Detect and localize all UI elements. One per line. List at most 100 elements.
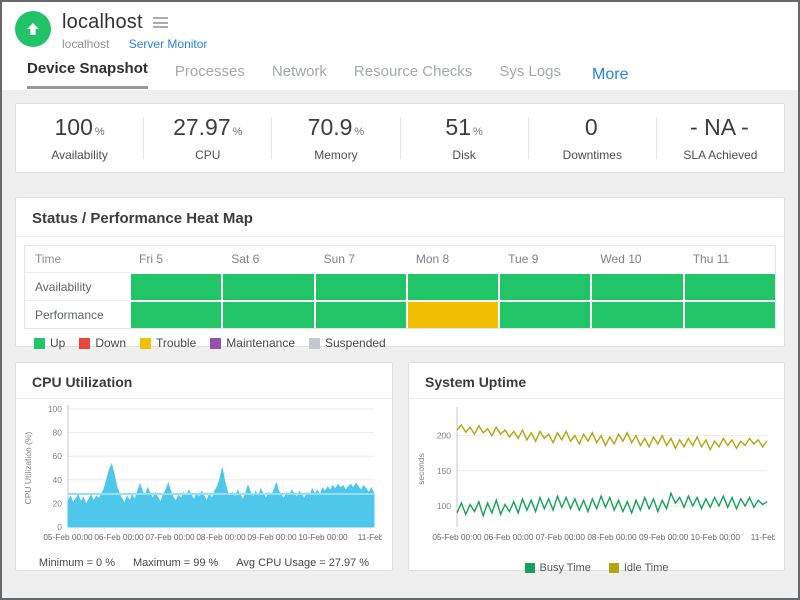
svg-text:07-Feb 00:00: 07-Feb 00:00 (536, 532, 586, 542)
heatmap-col-fri-5: Fri 5 (129, 246, 221, 272)
up-arrow-icon (24, 20, 42, 38)
heatmap-col-wed-10: Wed 10 (590, 246, 682, 272)
stat-value: 51 (445, 114, 471, 140)
stat-label: SLA Achieved (657, 148, 784, 162)
cpu-stat: Minimum = 0 % (39, 557, 115, 569)
heatmap-col-thu-11: Thu 11 (683, 246, 775, 272)
page-header: localhost localhost Server Monitor Devic… (2, 2, 798, 90)
system-uptime-card: System Uptime 10015020005-Feb 00:0006-Fe… (408, 362, 785, 571)
uptime-chart-legend: Busy Time Idle Time (409, 562, 784, 574)
legend-item-trouble: Trouble (140, 336, 196, 350)
legend-label: Down (95, 336, 126, 350)
tab-network[interactable]: Network (272, 63, 327, 89)
breadcrumb-server-monitor-link[interactable]: Server Monitor (129, 37, 208, 51)
tab-processes[interactable]: Processes (175, 63, 245, 89)
heatmap-cell-performance-fri-5[interactable] (129, 300, 221, 328)
svg-text:08-Feb 00:00: 08-Feb 00:00 (196, 532, 246, 542)
tab-resource-checks[interactable]: Resource Checks (354, 63, 472, 89)
stat-label: CPU (144, 148, 271, 162)
svg-text:11-Feb 0: 11-Feb 0 (358, 532, 382, 542)
legend-item-suspended: Suspended (309, 336, 386, 350)
breadcrumb: localhost Server Monitor (62, 37, 207, 51)
legend-label: Idle Time (624, 562, 669, 574)
stat-cpu: 27.97%CPU (144, 114, 271, 162)
cpu-stat: Avg CPU Usage = 27.97 % (236, 557, 369, 569)
legend-swatch-maintenance (210, 338, 221, 349)
heatmap-table: TimeFri 5Sat 6Sun 7Mon 8Tue 9Wed 10Thu 1… (24, 245, 776, 329)
svg-text:06-Feb 00:00: 06-Feb 00:00 (94, 532, 144, 542)
legend-swatch-suspended (309, 338, 320, 349)
tab-device-snapshot[interactable]: Device Snapshot (27, 60, 148, 89)
svg-text:11-Feb 0: 11-Feb 0 (751, 532, 775, 542)
heatmap-cell-availability-fri-5[interactable] (129, 272, 221, 300)
stat-label: Downtimes (529, 148, 656, 162)
page-body: 100%Availability27.97%CPU70.9%Memory51%D… (2, 90, 798, 598)
heatmap-cell-availability-mon-8[interactable] (406, 272, 498, 300)
heatmap-cell-performance-sat-6[interactable] (221, 300, 313, 328)
heatmap-cell-availability-sat-6[interactable] (221, 272, 313, 300)
legend-label: Busy Time (540, 562, 591, 574)
heatmap-cell-availability-thu-11[interactable] (683, 272, 775, 300)
tab-more[interactable]: More (592, 66, 628, 89)
menu-icon[interactable] (153, 15, 168, 31)
summary-stats-card: 100%Availability27.97%CPU70.9%Memory51%D… (15, 103, 785, 173)
svg-text:100: 100 (437, 501, 451, 511)
legend-swatch-trouble (140, 338, 151, 349)
heatmap-cell-performance-wed-10[interactable] (590, 300, 682, 328)
legend-swatch-idle-time (609, 563, 619, 573)
heatmap-card: Status / Performance Heat Map TimeFri 5S… (15, 197, 785, 347)
legend-label: Trouble (156, 336, 196, 350)
svg-text:05-Feb 00:00: 05-Feb 00:00 (432, 532, 482, 542)
stat-unit: % (354, 126, 364, 138)
heatmap-cell-performance-sun-7[interactable] (314, 300, 406, 328)
tab-bar: Device Snapshot Processes Network Resource … (15, 60, 798, 89)
heatmap-title: Status / Performance Heat Map (16, 198, 784, 237)
legend-label: Up (50, 336, 65, 350)
svg-text:07-Feb 00:00: 07-Feb 00:00 (145, 532, 195, 542)
app-window: localhost localhost Server Monitor Devic… (0, 0, 800, 600)
heatmap-cell-availability-tue-9[interactable] (498, 272, 590, 300)
heatmap-cell-availability-sun-7[interactable] (314, 272, 406, 300)
stat-label: Disk (401, 148, 528, 162)
svg-text:CPU Utilization (%): CPU Utilization (%) (23, 431, 33, 504)
svg-text:200: 200 (437, 431, 451, 441)
stat-value: 70.9 (308, 114, 353, 140)
heatmap-cell-performance-thu-11[interactable] (683, 300, 775, 328)
svg-text:150: 150 (437, 466, 451, 476)
svg-text:09-Feb 00:00: 09-Feb 00:00 (639, 532, 689, 542)
heatmap-cell-performance-mon-8[interactable] (406, 300, 498, 328)
uptime-legend-idle-time: Idle Time (609, 562, 669, 574)
breadcrumb-host: localhost (62, 37, 109, 51)
svg-text:20: 20 (53, 498, 63, 508)
uptime-legend-busy-time: Busy Time (525, 562, 591, 574)
svg-text:05-Feb 00:00: 05-Feb 00:00 (43, 532, 93, 542)
stat-unit: % (233, 126, 243, 138)
stat-unit: % (95, 126, 105, 138)
heatmap-row-label-availability: Availability (25, 272, 129, 300)
svg-text:08-Feb 00:00: 08-Feb 00:00 (587, 532, 637, 542)
heatmap-cell-availability-wed-10[interactable] (590, 272, 682, 300)
svg-text:seconds: seconds (416, 453, 426, 485)
cpu-chart-title: CPU Utilization (16, 363, 392, 399)
heatmap-col-sun-7: Sun 7 (314, 246, 406, 272)
heatmap-col-sat-6: Sat 6 (221, 246, 313, 272)
stat-value: - NA - (690, 114, 749, 140)
svg-text:40: 40 (53, 475, 63, 485)
page-title: localhost (62, 11, 143, 34)
stat-label: Memory (272, 148, 399, 162)
cpu-chart-stats: Minimum = 0 % Maximum = 99 % Avg CPU Usage… (16, 557, 392, 569)
cpu-stat: Maximum = 99 % (133, 557, 218, 569)
heatmap-legend: Up Down Trouble Maintenance Suspended (34, 336, 784, 350)
svg-text:60: 60 (53, 451, 63, 461)
heatmap-cell-performance-tue-9[interactable] (498, 300, 590, 328)
tab-sys-logs[interactable]: Sys Logs (499, 63, 561, 89)
legend-item-maintenance: Maintenance (210, 336, 295, 350)
heatmap-col-time: Time (25, 246, 129, 272)
uptime-chart-title: System Uptime (409, 363, 784, 399)
legend-swatch-up (34, 338, 45, 349)
heatmap-row-label-performance: Performance (25, 300, 129, 328)
svg-text:09-Feb 00:00: 09-Feb 00:00 (247, 532, 297, 542)
stat-value: 100 (55, 114, 93, 140)
stat-sla-achieved: - NA - SLA Achieved (657, 114, 784, 162)
stat-value: 0 (585, 114, 598, 140)
